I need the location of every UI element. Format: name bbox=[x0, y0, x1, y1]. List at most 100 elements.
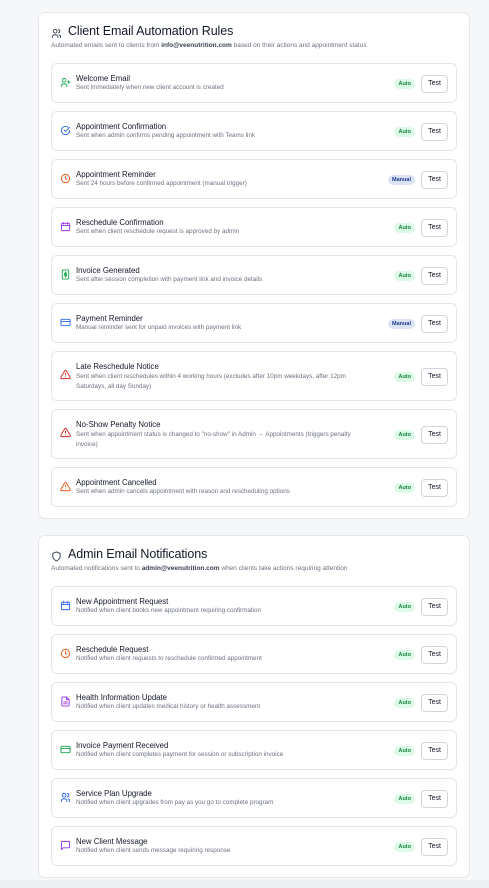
test-button[interactable]: Test bbox=[421, 790, 448, 808]
file-icon bbox=[60, 696, 71, 707]
mode-badge: Auto bbox=[394, 602, 415, 612]
mode-badge: Auto bbox=[394, 483, 415, 493]
mode-badge: Auto bbox=[394, 271, 415, 281]
section-title: Client Email Automation Rules bbox=[68, 24, 234, 38]
test-button[interactable]: Test bbox=[421, 838, 448, 856]
rule-description: Sent when client reschedules within 4 wo… bbox=[76, 373, 346, 390]
section-title: Admin Email Notifications bbox=[68, 547, 208, 561]
rule-appointment-cancelled: Appointment Cancelled Sent when admin can… bbox=[51, 467, 457, 507]
mode-badge: Auto bbox=[394, 127, 415, 137]
mode-badge: Manual bbox=[388, 319, 415, 329]
recipient-email: admin@veenutrition.com bbox=[141, 565, 220, 572]
check-circle-icon bbox=[60, 125, 71, 136]
rule-name: Reschedule Request bbox=[76, 645, 149, 654]
warning-icon bbox=[60, 369, 71, 380]
admin-email-notifications-section: Admin Email Notifications Automated noti… bbox=[38, 535, 470, 878]
test-button[interactable]: Test bbox=[421, 315, 448, 333]
test-button[interactable]: Test bbox=[421, 171, 448, 189]
test-button[interactable]: Test bbox=[421, 267, 448, 285]
mode-badge: Auto bbox=[394, 79, 415, 89]
rule-description: Sent when admin confirms pending appoint… bbox=[76, 132, 256, 139]
rule-reschedule-confirmation: Reschedule Confirmation Sent when client … bbox=[51, 207, 457, 247]
rule-description: Notified when client sends message requi… bbox=[76, 847, 231, 854]
test-button[interactable]: Test bbox=[421, 219, 448, 237]
rule-service-plan-upgrade: Service Plan Upgrade Notified when client… bbox=[51, 778, 457, 818]
rule-name: Appointment Confirmation bbox=[76, 122, 167, 131]
users-icon bbox=[60, 792, 71, 803]
mode-badge: Auto bbox=[394, 223, 415, 233]
rule-description: Sent when client reschedule request is a… bbox=[76, 228, 240, 235]
rule-description: Sent when admin cancels appointment with… bbox=[76, 488, 290, 495]
section-subtitle: Automated notifications sent to admin@ve… bbox=[51, 565, 348, 572]
rule-name: New Appointment Request bbox=[76, 597, 169, 606]
rule-name: Invoice Generated bbox=[76, 266, 140, 275]
mode-badge: Auto bbox=[394, 650, 415, 660]
rule-description: Notified when client upgrades from pay a… bbox=[76, 799, 274, 806]
rule-name: New Client Message bbox=[76, 837, 148, 846]
test-button[interactable]: Test bbox=[421, 426, 448, 444]
section-header: Admin Email Notifications bbox=[51, 547, 208, 562]
test-button[interactable]: Test bbox=[421, 479, 448, 497]
mode-badge: Auto bbox=[394, 698, 415, 708]
message-icon bbox=[60, 840, 71, 851]
credit-card-icon bbox=[60, 744, 71, 755]
test-button[interactable]: Test bbox=[421, 742, 448, 760]
sender-email: info@veenutrition.com bbox=[161, 42, 232, 49]
rule-invoice-generated: Invoice Generated Sent after session comp… bbox=[51, 255, 457, 295]
rule-name: Welcome Email bbox=[76, 74, 131, 83]
test-button[interactable]: Test bbox=[421, 75, 448, 93]
user-plus-icon bbox=[60, 77, 71, 88]
rule-welcome-email: Welcome Email Sent immediately when new c… bbox=[51, 63, 457, 103]
rule-description: Notified when client books new appointme… bbox=[76, 607, 262, 614]
rule-name: No-Show Penalty Notice bbox=[76, 420, 161, 429]
test-button[interactable]: Test bbox=[421, 598, 448, 616]
clock-icon bbox=[60, 173, 71, 184]
rule-name: Invoice Payment Received bbox=[76, 741, 169, 750]
rule-appointment-confirmation: Appointment Confirmation Sent when admin … bbox=[51, 111, 457, 151]
calendar-icon bbox=[60, 600, 71, 611]
mode-badge: Manual bbox=[388, 175, 415, 185]
mode-badge: Auto bbox=[394, 794, 415, 804]
rule-description: Sent when appointment status is changed … bbox=[76, 431, 351, 448]
rule-name: Service Plan Upgrade bbox=[76, 789, 152, 798]
rule-description: Notified when client completes payment f… bbox=[76, 751, 284, 758]
rule-name: Payment Reminder bbox=[76, 314, 143, 323]
credit-card-icon bbox=[60, 317, 71, 328]
test-button[interactable]: Test bbox=[421, 368, 448, 386]
dollar-icon bbox=[60, 269, 71, 280]
users-icon bbox=[51, 26, 62, 38]
mode-badge: Auto bbox=[394, 746, 415, 756]
rule-name: Late Reschedule Notice bbox=[76, 362, 159, 371]
mode-badge: Auto bbox=[394, 430, 415, 440]
rule-new-appointment-request: New Appointment Request Notified when cli… bbox=[51, 586, 457, 626]
rule-invoice-payment-received: Invoice Payment Received Notified when cl… bbox=[51, 730, 457, 770]
rule-new-client-message: New Client Message Notified when client s… bbox=[51, 826, 457, 866]
mode-badge: Auto bbox=[394, 842, 415, 852]
warning-icon bbox=[60, 481, 71, 492]
section-header: Client Email Automation Rules bbox=[51, 24, 233, 38]
mode-badge: Auto bbox=[394, 372, 415, 382]
rule-name: Appointment Cancelled bbox=[76, 478, 157, 487]
test-button[interactable]: Test bbox=[421, 694, 448, 712]
rule-late-reschedule-notice: Late Reschedule Notice Sent when client r… bbox=[51, 351, 457, 401]
rule-appointment-reminder: Appointment Reminder Sent 24 hours before… bbox=[51, 159, 457, 199]
rule-name: Reschedule Confirmation bbox=[76, 218, 164, 227]
shield-icon bbox=[51, 549, 62, 562]
test-button[interactable]: Test bbox=[421, 123, 448, 141]
rule-no-show-penalty-notice: No-Show Penalty Notice Sent when appointm… bbox=[51, 409, 457, 459]
rule-health-information-update: Health Information Update Notified when c… bbox=[51, 682, 457, 722]
calendar-icon bbox=[60, 221, 71, 232]
rule-payment-reminder: Payment Reminder Manual reminder sent for… bbox=[51, 303, 457, 343]
rule-name: Health Information Update bbox=[76, 693, 168, 702]
rule-description: Manual reminder sent for unpaid invoices… bbox=[76, 324, 242, 331]
rule-description: Notified when client updates medical his… bbox=[76, 703, 261, 710]
rule-name: Appointment Reminder bbox=[76, 170, 156, 179]
rule-description: Sent after session completion with payme… bbox=[76, 276, 263, 283]
alert-circle-icon bbox=[60, 427, 71, 438]
rule-description: Sent immediately when new client account… bbox=[76, 84, 224, 91]
bottom-edge bbox=[0, 880, 489, 888]
rule-reschedule-request: Reschedule Request Notified when client r… bbox=[51, 634, 457, 674]
rule-description: Notified when client requests to resched… bbox=[76, 655, 262, 662]
section-subtitle: Automated emails sent to clients from in… bbox=[51, 42, 367, 49]
test-button[interactable]: Test bbox=[421, 646, 448, 664]
